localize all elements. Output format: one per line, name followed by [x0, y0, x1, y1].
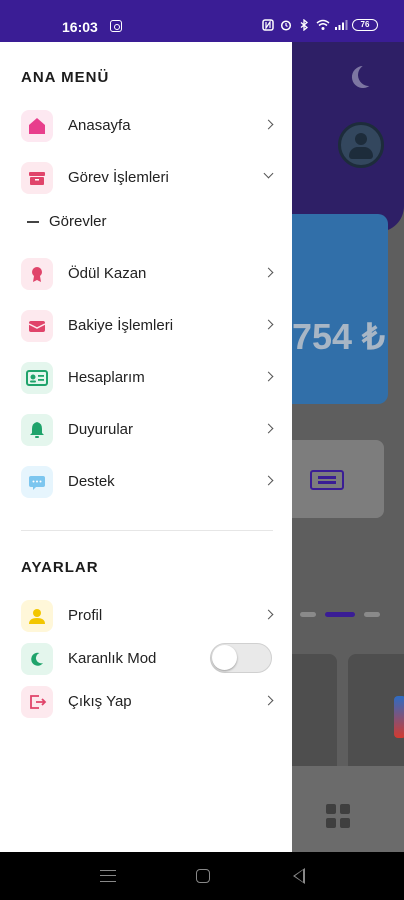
- signal-icon: [334, 19, 348, 31]
- dash-icon: [27, 221, 39, 223]
- chevron-right-icon: [263, 695, 274, 706]
- app-header: [292, 42, 404, 232]
- id-card-icon: [21, 362, 53, 394]
- instagram-icon: [110, 20, 122, 32]
- sub-item-tasks[interactable]: Görevler: [0, 204, 292, 240]
- toggle-knob: [212, 645, 237, 670]
- archive-icon: [21, 162, 53, 194]
- alarm-icon: [280, 19, 292, 31]
- main-menu-title: ANA MENÜ: [21, 69, 110, 86]
- chevron-right-icon: [263, 267, 274, 278]
- menu-item-label: Destek: [68, 473, 115, 490]
- menu-item-label: Anasayfa: [68, 117, 131, 134]
- status-icons: 76: [262, 18, 378, 32]
- promo-card-logo: [394, 696, 404, 738]
- balance-amount: 754 ₺: [292, 316, 385, 357]
- menu-item-support[interactable]: Destek: [0, 460, 292, 504]
- ticket-card[interactable]: [292, 440, 384, 518]
- menu-item-balance-operations[interactable]: Bakiye İşlemleri: [0, 304, 292, 348]
- carousel-dot: [300, 612, 316, 617]
- status-bar: 16:03 76: [0, 0, 404, 42]
- menu-item-task-operations[interactable]: Görev İşlemleri: [0, 156, 292, 200]
- award-icon: [21, 258, 53, 290]
- balance-card[interactable]: 754 ₺: [292, 214, 388, 404]
- menu-item-earn-reward[interactable]: Ödül Kazan: [0, 252, 292, 296]
- chevron-down-icon: [263, 168, 274, 179]
- wallet-icon: [21, 310, 53, 342]
- menu-item-label: Duyurular: [68, 421, 134, 438]
- menu-item-label: Çıkış Yap: [68, 693, 132, 710]
- wifi-icon: [316, 19, 330, 31]
- settings-title: AYARLAR: [21, 559, 99, 576]
- system-nav-bar: [0, 852, 404, 900]
- logout-icon: [21, 686, 53, 718]
- back-icon[interactable]: [293, 868, 305, 884]
- home-icon: [21, 110, 53, 142]
- status-time: 16:03: [62, 19, 98, 35]
- carousel-dots: [300, 612, 380, 617]
- menu-item-profile[interactable]: Profil: [0, 594, 292, 638]
- promo-card[interactable]: [292, 654, 337, 780]
- battery-indicator: 76: [352, 19, 378, 31]
- menu-item-announcements[interactable]: Duyurular: [0, 408, 292, 452]
- user-icon: [21, 600, 53, 632]
- menu-item-dark-mode: Karanlık Mod: [0, 637, 292, 681]
- moon-icon: [21, 643, 53, 675]
- chevron-right-icon: [263, 319, 274, 330]
- carousel-dot-active: [325, 612, 355, 617]
- sub-item-label: Görevler: [49, 213, 107, 230]
- grid-icon[interactable]: [326, 804, 350, 828]
- menu-item-label: Hesaplarım: [68, 369, 145, 386]
- menu-item-label: Profil: [68, 607, 103, 624]
- ticket-icon: [310, 470, 344, 490]
- chevron-right-icon: [263, 371, 274, 382]
- menu-item-label: Görev İşlemleri: [68, 169, 169, 186]
- bell-icon: [21, 414, 53, 446]
- menu-item-my-accounts[interactable]: Hesaplarım: [0, 356, 292, 400]
- chevron-right-icon: [263, 609, 274, 620]
- chevron-right-icon: [263, 119, 274, 130]
- moon-icon[interactable]: [355, 61, 383, 89]
- divider: [21, 530, 273, 531]
- home-nav-icon[interactable]: [196, 869, 210, 883]
- menu-item-logout[interactable]: Çıkış Yap: [0, 680, 292, 724]
- avatar-icon[interactable]: [338, 122, 384, 168]
- nfc-icon: [262, 19, 274, 31]
- chevron-right-icon: [263, 423, 274, 434]
- carousel-dot: [364, 612, 380, 617]
- chevron-right-icon: [263, 475, 274, 486]
- menu-item-home[interactable]: Anasayfa: [0, 104, 292, 148]
- menu-item-label: Bakiye İşlemleri: [68, 317, 174, 334]
- menu-item-label: Karanlık Mod: [68, 650, 157, 667]
- bottom-navigation: [292, 766, 404, 852]
- bluetooth-icon: [298, 18, 310, 32]
- recent-apps-icon[interactable]: [100, 870, 116, 882]
- background-app[interactable]: 754 ₺: [292, 42, 404, 852]
- chat-icon: [21, 466, 53, 498]
- navigation-drawer: ANA MENÜ Anasayfa Görev İşlemleri Görevl…: [0, 42, 292, 852]
- menu-item-label: Ödül Kazan: [68, 265, 147, 282]
- dark-mode-toggle[interactable]: [210, 643, 272, 673]
